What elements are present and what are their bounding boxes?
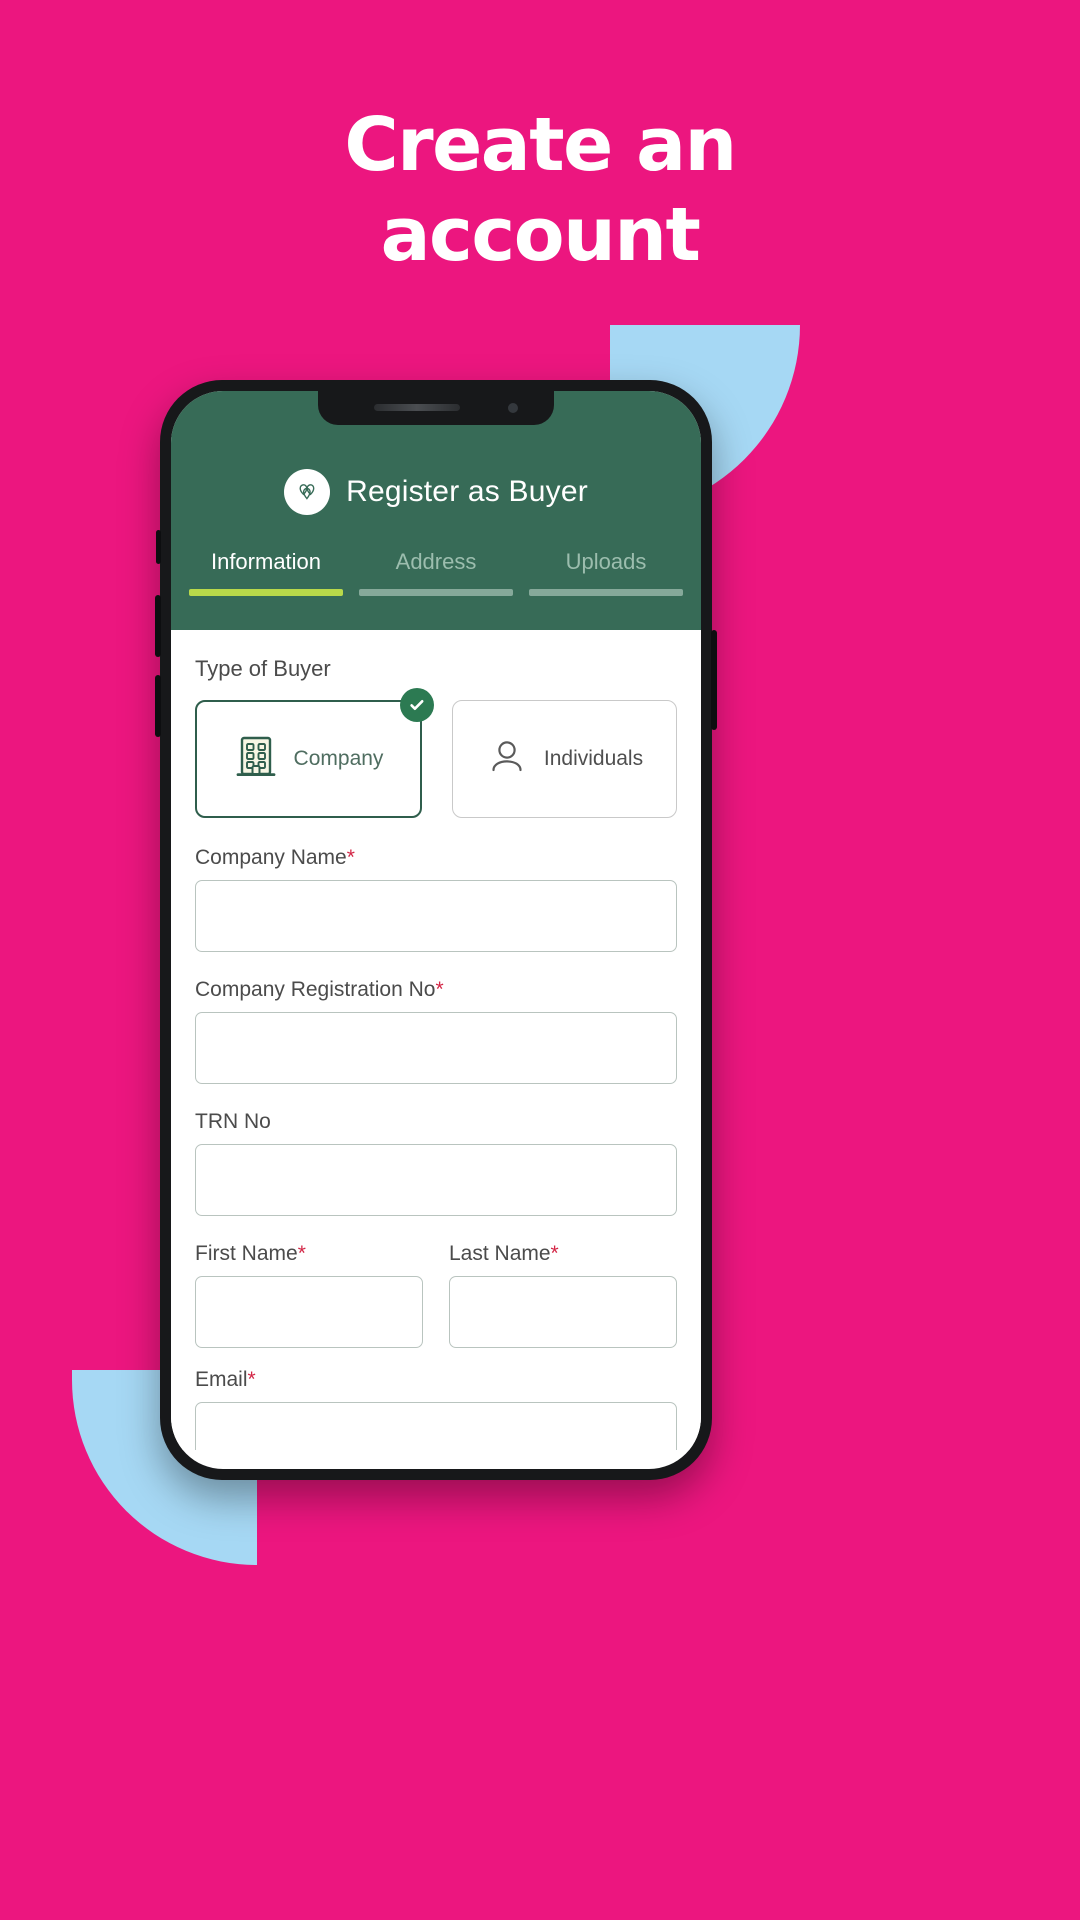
phone-mockup: Register as Buyer Information Address Up… xyxy=(155,380,717,1480)
phone-earpiece-speaker xyxy=(374,404,460,411)
field-company-registration-no-label: Company Registration No* xyxy=(195,978,677,1002)
field-trn-no: TRN No xyxy=(195,1110,677,1236)
required-marker: * xyxy=(435,978,444,1001)
app-brand-row: Register as Buyer xyxy=(171,469,701,515)
buyer-type-company-card[interactable]: Company xyxy=(195,688,434,818)
field-company-registration-no: Company Registration No* xyxy=(195,978,677,1104)
app-header: Register as Buyer Information Address Up… xyxy=(171,391,701,630)
field-company-name-label-text: Company Name xyxy=(195,846,347,869)
phone-silent-switch xyxy=(156,530,161,564)
tab-information-label: Information xyxy=(210,549,322,574)
name-row: First Name* Last Name* xyxy=(195,1242,677,1368)
check-circle-icon xyxy=(400,688,434,722)
buyer-type-selector: Company Individuals xyxy=(195,688,677,818)
tab-bar: Information Address Uploads xyxy=(171,549,701,596)
buyer-type-individuals-card[interactable]: Individuals xyxy=(452,700,677,818)
field-email: Email* xyxy=(195,1368,677,1450)
field-email-label-text: Email xyxy=(195,1368,248,1391)
buyer-type-company-label: Company xyxy=(293,747,384,770)
building-icon xyxy=(234,734,278,785)
buyer-type-individuals-label: Individuals xyxy=(543,747,644,770)
required-marker: * xyxy=(297,1242,306,1265)
tab-information-indicator xyxy=(189,589,343,596)
field-last-name-label: Last Name* xyxy=(449,1242,677,1266)
field-company-name: Company Name* xyxy=(195,846,677,972)
field-email-label: Email* xyxy=(195,1368,677,1392)
last-name-input[interactable] xyxy=(449,1276,677,1348)
field-last-name: Last Name* xyxy=(449,1242,677,1368)
field-first-name: First Name* xyxy=(195,1242,423,1368)
field-first-name-label-text: First Name xyxy=(195,1242,298,1265)
first-name-input[interactable] xyxy=(195,1276,423,1348)
phone-power-button xyxy=(711,630,717,730)
field-company-registration-no-label-text: Company Registration No xyxy=(195,978,436,1001)
app-header-title: Register as Buyer xyxy=(346,475,588,508)
phone-screen: Register as Buyer Information Address Up… xyxy=(171,391,701,1469)
phone-volume-up-button xyxy=(155,595,161,657)
page-title-line-1: Create an xyxy=(344,102,737,188)
required-marker: * xyxy=(346,846,355,869)
required-marker: * xyxy=(247,1368,256,1391)
app-header-spacer xyxy=(171,596,701,630)
field-company-name-label: Company Name* xyxy=(195,846,677,870)
phone-volume-down-button xyxy=(155,675,161,737)
field-first-name-label: First Name* xyxy=(195,1242,423,1266)
phone-notch xyxy=(318,391,554,425)
field-last-name-label-text: Last Name xyxy=(449,1242,551,1265)
tab-uploads-indicator xyxy=(529,589,683,596)
field-trn-no-label: TRN No xyxy=(195,1110,271,1133)
tab-uploads-label: Uploads xyxy=(565,549,647,574)
tab-information[interactable]: Information xyxy=(181,549,351,596)
trn-no-input[interactable] xyxy=(195,1144,677,1216)
company-name-input[interactable] xyxy=(195,880,677,952)
tab-address-label: Address xyxy=(395,549,477,574)
email-input[interactable] xyxy=(195,1402,677,1450)
person-icon xyxy=(486,735,528,784)
page-title: Create an account xyxy=(0,108,1080,272)
buyer-type-label: Type of Buyer xyxy=(195,656,331,681)
page-title-line-2: account xyxy=(380,192,701,278)
required-marker: * xyxy=(550,1242,559,1265)
tab-uploads[interactable]: Uploads xyxy=(521,549,691,596)
tab-address-indicator xyxy=(359,589,513,596)
registration-form: Type of Buyer Company Individuals Compan… xyxy=(171,630,701,1450)
phone-front-camera-icon xyxy=(508,403,518,413)
brand-logo-icon xyxy=(284,469,331,515)
company-registration-no-input[interactable] xyxy=(195,1012,677,1084)
tab-address[interactable]: Address xyxy=(351,549,521,596)
